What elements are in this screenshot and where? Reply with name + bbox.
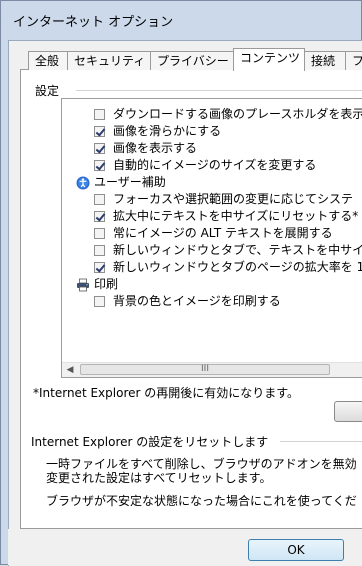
tab-content[interactable]: コンテンツ [233, 48, 305, 71]
setting-label: フォーカスや選択範囲の変更に応じてシステ [113, 192, 354, 206]
accessibility-icon [76, 176, 90, 189]
checkbox-unchecked[interactable] [94, 245, 105, 256]
reset-description-line2: 変更された設定はすべてリセットします。 [46, 471, 272, 485]
setting-row[interactable]: フォーカスや選択範囲の変更に応じてシステ [94, 191, 353, 208]
setting-row[interactable]: 画像を表示する [94, 140, 197, 157]
setting-row[interactable]: 新しいウィンドウとタブのページの拡大率を 1 [94, 259, 362, 276]
category-label: 印刷 [94, 277, 119, 291]
setting-label: 新しいウィンドウとタブのページの拡大率を 1 [113, 260, 362, 274]
settings-group-divider [76, 90, 362, 91]
setting-label: 常にイメージの ALT テキストを展開する [113, 226, 333, 240]
checkbox-checked[interactable] [94, 143, 105, 154]
checkbox-unchecked[interactable] [94, 228, 105, 239]
window-title: インターネット オプション [13, 15, 174, 30]
printer-icon [77, 278, 89, 291]
tab-connections[interactable]: 接続 [304, 51, 346, 70]
setting-row[interactable]: 背景の色とイメージを印刷する [94, 293, 281, 310]
setting-row[interactable]: 新しいウィンドウとタブで、テキストを中サイズに [94, 242, 362, 259]
restore-defaults-button[interactable] [334, 401, 362, 422]
setting-label: 画像を滑らかにする [113, 124, 222, 138]
checkbox-checked[interactable] [94, 160, 105, 171]
category-row: ユーザー補助 [76, 174, 166, 191]
setting-label: 新しいウィンドウとタブで、テキストを中サイズに [113, 243, 362, 257]
reset-group-divider [280, 441, 362, 442]
category-row: 印刷 [76, 276, 118, 293]
tab-privacy[interactable]: プライバシー [150, 51, 234, 70]
checkbox-checked[interactable] [94, 262, 105, 273]
checkbox-checked[interactable] [94, 211, 105, 222]
setting-label: ダウンロードする画像のプレースホルダを表示 [113, 107, 362, 121]
restart-note: *Internet Explorer の再開後に有効になります。 [33, 386, 300, 400]
checkbox-unchecked[interactable] [94, 296, 105, 307]
setting-label: 自動的にイメージのサイズを変更する [113, 158, 317, 172]
setting-row[interactable]: 画像を滑らかにする [94, 123, 221, 140]
setting-row[interactable]: 自動的にイメージのサイズを変更する [94, 157, 316, 174]
setting-label: 画像を表示する [113, 141, 198, 155]
tab-general[interactable]: 全般 [28, 51, 68, 70]
checkbox-checked[interactable] [94, 126, 105, 137]
scroll-thumb[interactable]: III [80, 364, 330, 375]
settings-group-label: 設定 [33, 82, 62, 99]
tab-programs[interactable]: フ [345, 51, 362, 70]
ok-button[interactable]: OK [248, 539, 344, 561]
setting-label: 拡大中にテキストを中サイズにリセットする* [113, 209, 359, 223]
category-label: ユーザー補助 [94, 175, 166, 189]
reset-description-line1: 一時ファイルをすべて削除し、ブラウザのアドオンを無効 [46, 457, 357, 471]
checkbox-unchecked[interactable] [94, 109, 105, 120]
reset-hint: ブラウザが不安定な状態になった場合にこれを使ってくだ [46, 494, 357, 508]
setting-row[interactable]: 拡大中にテキストを中サイズにリセットする* [94, 208, 358, 225]
setting-label: 背景の色とイメージを印刷する [113, 294, 281, 308]
scroll-left-button[interactable]: ◀ [62, 363, 78, 377]
setting-row[interactable]: ダウンロードする画像のプレースホルダを表示 [94, 106, 362, 123]
reset-description: 一時ファイルをすべて削除し、ブラウザのアドオンを無効 変更された設定はすべてリセ… [46, 457, 357, 485]
tab-security[interactable]: セキュリティ [67, 51, 151, 70]
checkbox-unchecked[interactable] [94, 194, 105, 205]
settings-listbox[interactable]: ダウンロードする画像のプレースホルダを表示 画像を滑らかにする 画像を表示する … [61, 98, 362, 378]
horizontal-scrollbar[interactable]: ◀ III [62, 362, 362, 377]
setting-row[interactable]: 常にイメージの ALT テキストを展開する [94, 225, 333, 242]
reset-group-label: Internet Explorer の設定をリセットします [31, 433, 275, 450]
